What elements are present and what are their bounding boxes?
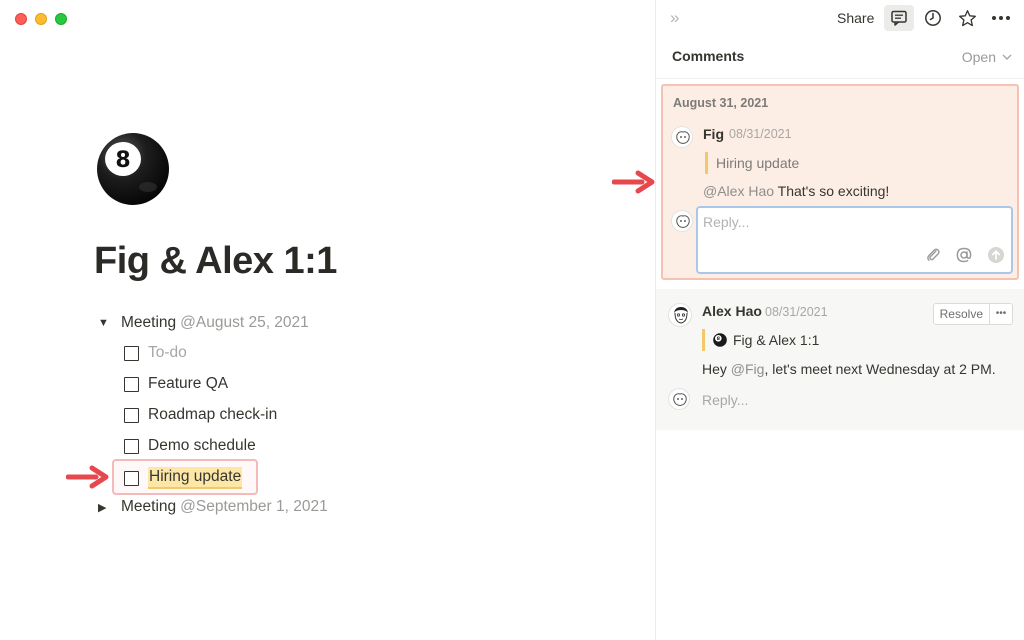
reply-actions [925, 246, 1005, 264]
comment-text: Hey [702, 361, 731, 377]
reply-input[interactable]: Reply... [702, 392, 748, 408]
zoom-window-button[interactable] [55, 13, 67, 25]
highlighted-text[interactable]: Hiring update [148, 467, 243, 489]
todo-checkbox[interactable] [124, 376, 139, 392]
comment-filter-dropdown[interactable]: Open [962, 49, 1012, 65]
todo-label[interactable]: Feature QA [148, 375, 228, 393]
page-link-label: Fig & Alex 1:1 [733, 332, 820, 348]
comments-heading: Comments [672, 48, 745, 64]
todo-label[interactable]: Demo schedule [148, 437, 256, 455]
8-ball-icon: 8 [713, 333, 727, 347]
panel-topbar: » Share [656, 0, 1024, 36]
reply-placeholder: Reply... [703, 214, 750, 230]
comment-thread[interactable]: Alex Hao 08/31/2021 Resolve ••• 8 Fig & … [656, 289, 1024, 430]
todo-item[interactable]: Roadmap check-in [124, 406, 277, 424]
annotation-arrow-icon [612, 170, 655, 194]
comment-body: @Alex Hao That's so exciting! [703, 183, 889, 199]
toggle-meeting-aug-25[interactable]: ▼ Meeting @August 25, 2021 [98, 314, 309, 332]
svg-text:8: 8 [115, 148, 130, 173]
divider [656, 78, 1024, 79]
todo-checkbox[interactable] [124, 470, 139, 486]
avatar[interactable] [671, 126, 693, 148]
annotation-arrow-icon [66, 465, 109, 489]
page-title[interactable]: Fig & Alex 1:1 [94, 240, 337, 283]
attachment-icon[interactable] [925, 247, 941, 263]
user-mention[interactable]: @Alex Hao [703, 183, 774, 199]
window-controls [15, 13, 67, 25]
close-window-button[interactable] [15, 13, 27, 25]
todo-item[interactable]: To-do [124, 344, 187, 362]
more-icon[interactable] [986, 5, 1016, 31]
comment-timestamp: 08/31/2021 [729, 127, 792, 141]
thread-date: August 31, 2021 [673, 96, 769, 110]
reply-input[interactable]: Reply... [696, 206, 1013, 274]
toggle-expanded-icon[interactable]: ▼ [98, 317, 112, 329]
quoted-block[interactable]: Hiring update [705, 152, 799, 174]
send-icon[interactable] [987, 246, 1005, 264]
todo-item[interactable]: Demo schedule [124, 437, 256, 455]
date-mention[interactable]: @September 1, 2021 [180, 498, 328, 516]
avatar[interactable] [668, 303, 692, 327]
comment-timestamp: 08/31/2021 [765, 305, 828, 319]
comment-text: That's so exciting! [774, 183, 890, 199]
avatar [668, 388, 690, 410]
comment-body: Hey @Fig, let's meet next Wednesday at 2… [702, 361, 996, 377]
comment-more-icon[interactable]: ••• [990, 304, 1012, 324]
toggle-collapsed-icon[interactable]: ▶ [98, 501, 112, 514]
chevron-down-icon [1002, 54, 1012, 60]
todo-checkbox[interactable] [124, 345, 139, 361]
star-icon[interactable] [952, 5, 982, 31]
comments-icon[interactable] [884, 5, 914, 31]
comment-thread-active[interactable]: August 31, 2021 Fig 08/31/2021 Hiring up… [661, 84, 1019, 280]
comment-author: Fig [703, 126, 724, 142]
todo-checkbox[interactable] [124, 407, 139, 423]
collapse-icon[interactable]: » [670, 8, 680, 28]
8-ball-icon[interactable]: 8 [96, 132, 170, 206]
comment-actions: Resolve ••• [932, 303, 1013, 325]
todo-checkbox[interactable] [124, 438, 139, 454]
date-mention[interactable]: @August 25, 2021 [180, 314, 309, 332]
todo-label[interactable]: To-do [148, 344, 187, 362]
todo-item-commented[interactable]: Hiring update [124, 467, 243, 489]
comment-author: Alex Hao [702, 303, 762, 319]
page-link[interactable]: 8 Fig & Alex 1:1 [702, 329, 819, 351]
resolve-button[interactable]: Resolve [934, 304, 990, 324]
comment-text: , let's meet next Wednesday at 2 PM. [764, 361, 996, 377]
todo-label[interactable]: Roadmap check-in [148, 406, 277, 424]
toggle-label: Meeting [121, 498, 177, 515]
filter-label: Open [961, 49, 996, 65]
minimize-window-button[interactable] [35, 13, 47, 25]
share-button[interactable]: Share [837, 10, 874, 26]
history-icon[interactable] [918, 5, 948, 31]
mention-icon[interactable] [955, 246, 973, 264]
svg-text:8: 8 [717, 336, 720, 342]
todo-item[interactable]: Feature QA [124, 375, 228, 393]
toggle-meeting-sep-1[interactable]: ▶ Meeting @September 1, 2021 [98, 498, 328, 516]
toggle-label: Meeting [121, 314, 177, 331]
user-mention[interactable]: @Fig [731, 361, 765, 377]
comments-panel: » Share Comments Open August 31, 2021 Fi… [655, 0, 1024, 640]
avatar [671, 210, 693, 232]
